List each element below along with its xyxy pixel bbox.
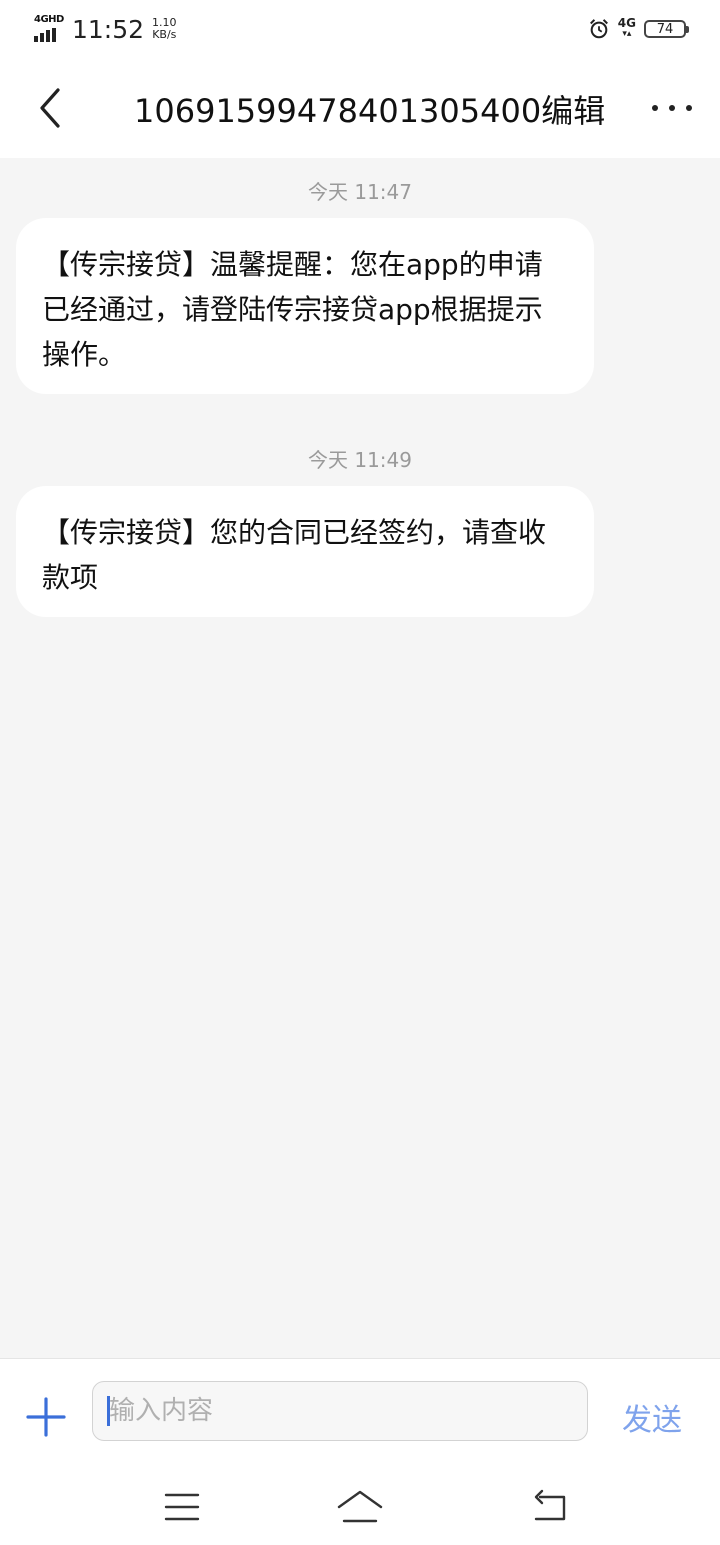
message-input[interactable] [109,1382,569,1439]
mobile-signal-icon: 4GHD [34,14,68,44]
message-text: 【传宗接贷】温馨提醒：您在app的申请已经通过，请登陆传宗接贷app根据提示操作… [42,248,543,371]
cellular-4g-icon: 4G ▾▴ [617,16,636,39]
add-attachment-icon[interactable] [26,1397,66,1437]
message-timestamp: 今天 11:47 [308,180,412,204]
back-nav-icon[interactable] [530,1487,570,1527]
status-right: 4G ▾▴ 74 [588,14,689,44]
more-dot-icon [652,105,658,111]
cellular-label: 4G [617,16,636,30]
send-button[interactable]: 发送 [622,1395,682,1439]
message-timestamp: 今天 11:49 [308,448,412,472]
more-dot-icon [686,105,692,111]
message-input-box[interactable] [92,1381,588,1441]
back-arrow-icon[interactable] [30,82,74,134]
conversation-header: 1069159947840130540​0编辑 [0,58,720,158]
network-speed: 1.10 KB/s [152,17,177,41]
battery-icon: 74 [644,20,689,38]
home-icon[interactable] [336,1487,384,1527]
network-type-label: 4GHD [34,14,64,25]
status-time: 11:52 [72,14,145,44]
alarm-clock-icon [589,19,608,39]
more-options-button[interactable] [652,88,692,128]
more-dot-icon [669,105,675,111]
message-bubble[interactable]: 【传宗接贷】您的合同已经签约，请查收款项 [16,486,594,617]
message-text: 【传宗接贷】您的合同已经签约，请查收款项 [42,516,547,594]
status-bar: 4GHD 11:52 1.10 KB/s 4G ▾▴ 74 [0,0,720,58]
composer-bar: 发送 [0,1358,720,1545]
system-navigation-bar [0,1469,720,1545]
menu-icon[interactable] [162,1487,202,1527]
message-bubble[interactable]: 【传宗接贷】温馨提醒：您在app的申请已经通过，请登陆传宗接贷app根据提示操作… [16,218,594,394]
network-speed-unit: KB/s [152,28,177,41]
status-left: 4GHD 11:52 1.10 KB/s [34,12,177,46]
battery-level: 74 [656,21,674,37]
conversation-title: 1069159947840130540​0编辑 [134,92,606,130]
